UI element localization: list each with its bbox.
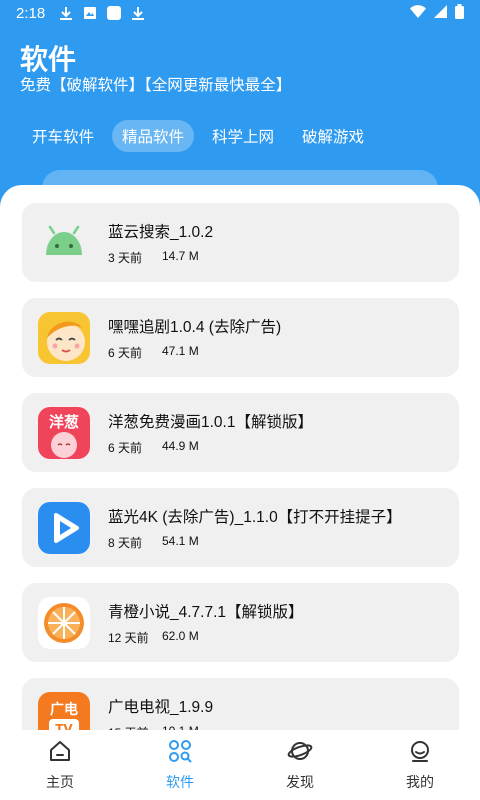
image-icon	[83, 6, 97, 20]
app-name: 洋葱免费漫画1.0.1【解锁版】	[108, 414, 313, 431]
app-meta: 12 天前 62.0 M	[108, 629, 199, 646]
app-age: 6 天前	[108, 346, 143, 360]
battery-icon	[455, 3, 464, 23]
bottom-nav: 主页 软件 发现 我的	[0, 730, 480, 800]
app-name: 广电电视_1.9.9	[108, 699, 214, 716]
home-icon	[48, 739, 72, 768]
status-bar: 2:18	[0, 0, 480, 26]
download-icon-2	[131, 6, 145, 20]
app-name: 嘿嘿追剧1.0.4 (去除广告)	[108, 319, 282, 336]
download-icon	[59, 6, 73, 20]
app-size: 14.7 M	[162, 249, 199, 263]
planet-icon	[287, 739, 313, 768]
app-size: 44.9 M	[162, 439, 199, 453]
nav-software-label: 软件	[166, 773, 194, 790]
nav-discover[interactable]: 发现	[240, 739, 360, 792]
app-age: 3 天前	[108, 251, 143, 265]
orange-slice-icon	[38, 597, 90, 649]
nav-home-label: 主页	[46, 773, 74, 790]
app-size: 54.1 M	[162, 534, 199, 548]
app-name: 蓝光4K (去除广告)_1.1.0【打不开挂提子】	[108, 509, 402, 526]
app-name: 青橙小说_4.7.7.1【解锁版】	[108, 604, 304, 621]
app-card[interactable]: 洋葱 洋葱免费漫画1.0.1【解锁版】 6 天前 44.9 M	[22, 393, 459, 472]
app-list-sheet: 蓝云搜索_1.0.2 3 天前 14.7 M 嘿嘿追剧1.0.4 (去除广告) …	[0, 185, 480, 800]
tab-kaiche[interactable]: 开车软件	[22, 120, 104, 152]
app-age: 8 天前	[108, 536, 143, 550]
app-card[interactable]: 蓝云搜索_1.0.2 3 天前 14.7 M	[22, 203, 459, 282]
profile-icon	[408, 739, 432, 768]
app-name: 蓝云搜索_1.0.2	[108, 224, 214, 241]
nav-home[interactable]: 主页	[0, 739, 120, 792]
signal-icon	[434, 4, 447, 22]
onion-comic-icon: 洋葱	[38, 407, 90, 459]
app-card[interactable]: 青橙小说_4.7.7.1【解锁版】 12 天前 62.0 M	[22, 583, 459, 662]
nav-mine[interactable]: 我的	[360, 739, 480, 792]
app-card[interactable]: 嘿嘿追剧1.0.4 (去除广告) 6 天前 47.1 M	[22, 298, 459, 377]
apps-grid-icon	[168, 739, 192, 768]
page-title: 软件	[20, 44, 77, 75]
nav-software[interactable]: 软件	[120, 739, 240, 792]
cartoon-face-icon	[38, 312, 90, 364]
status-time: 2:18	[16, 4, 46, 22]
play-icon	[38, 502, 90, 554]
svg-text:广电: 广电	[50, 701, 78, 718]
app-square-icon	[107, 6, 122, 20]
app-meta: 8 天前 54.1 M	[108, 534, 199, 551]
wifi-icon	[410, 4, 426, 22]
android-icon	[38, 217, 90, 269]
nav-mine-label: 我的	[406, 773, 434, 790]
app-meta: 6 天前 44.9 M	[108, 439, 199, 456]
app-meta: 3 天前 14.7 M	[108, 249, 199, 266]
app-meta: 6 天前 47.1 M	[108, 344, 199, 361]
tab-jingpin[interactable]: 精品软件	[112, 120, 195, 152]
app-size: 47.1 M	[162, 344, 199, 358]
app-age: 12 天前	[108, 631, 149, 645]
tab-pojie-youxi[interactable]: 破解游戏	[292, 120, 374, 152]
app-card[interactable]: 蓝光4K (去除广告)_1.1.0【打不开挂提子】 8 天前 54.1 M	[22, 488, 459, 567]
app-size: 62.0 M	[162, 629, 199, 643]
page-subtitle: 免费【破解软件】【全网更新最快最全】	[20, 77, 292, 94]
svg-text:洋葱: 洋葱	[49, 413, 79, 431]
category-tabs: 开车软件 精品软件 科学上网 破解游戏	[22, 120, 374, 152]
app-age: 6 天前	[108, 441, 143, 455]
nav-discover-label: 发现	[286, 773, 314, 790]
tab-kexue[interactable]: 科学上网	[202, 120, 284, 152]
